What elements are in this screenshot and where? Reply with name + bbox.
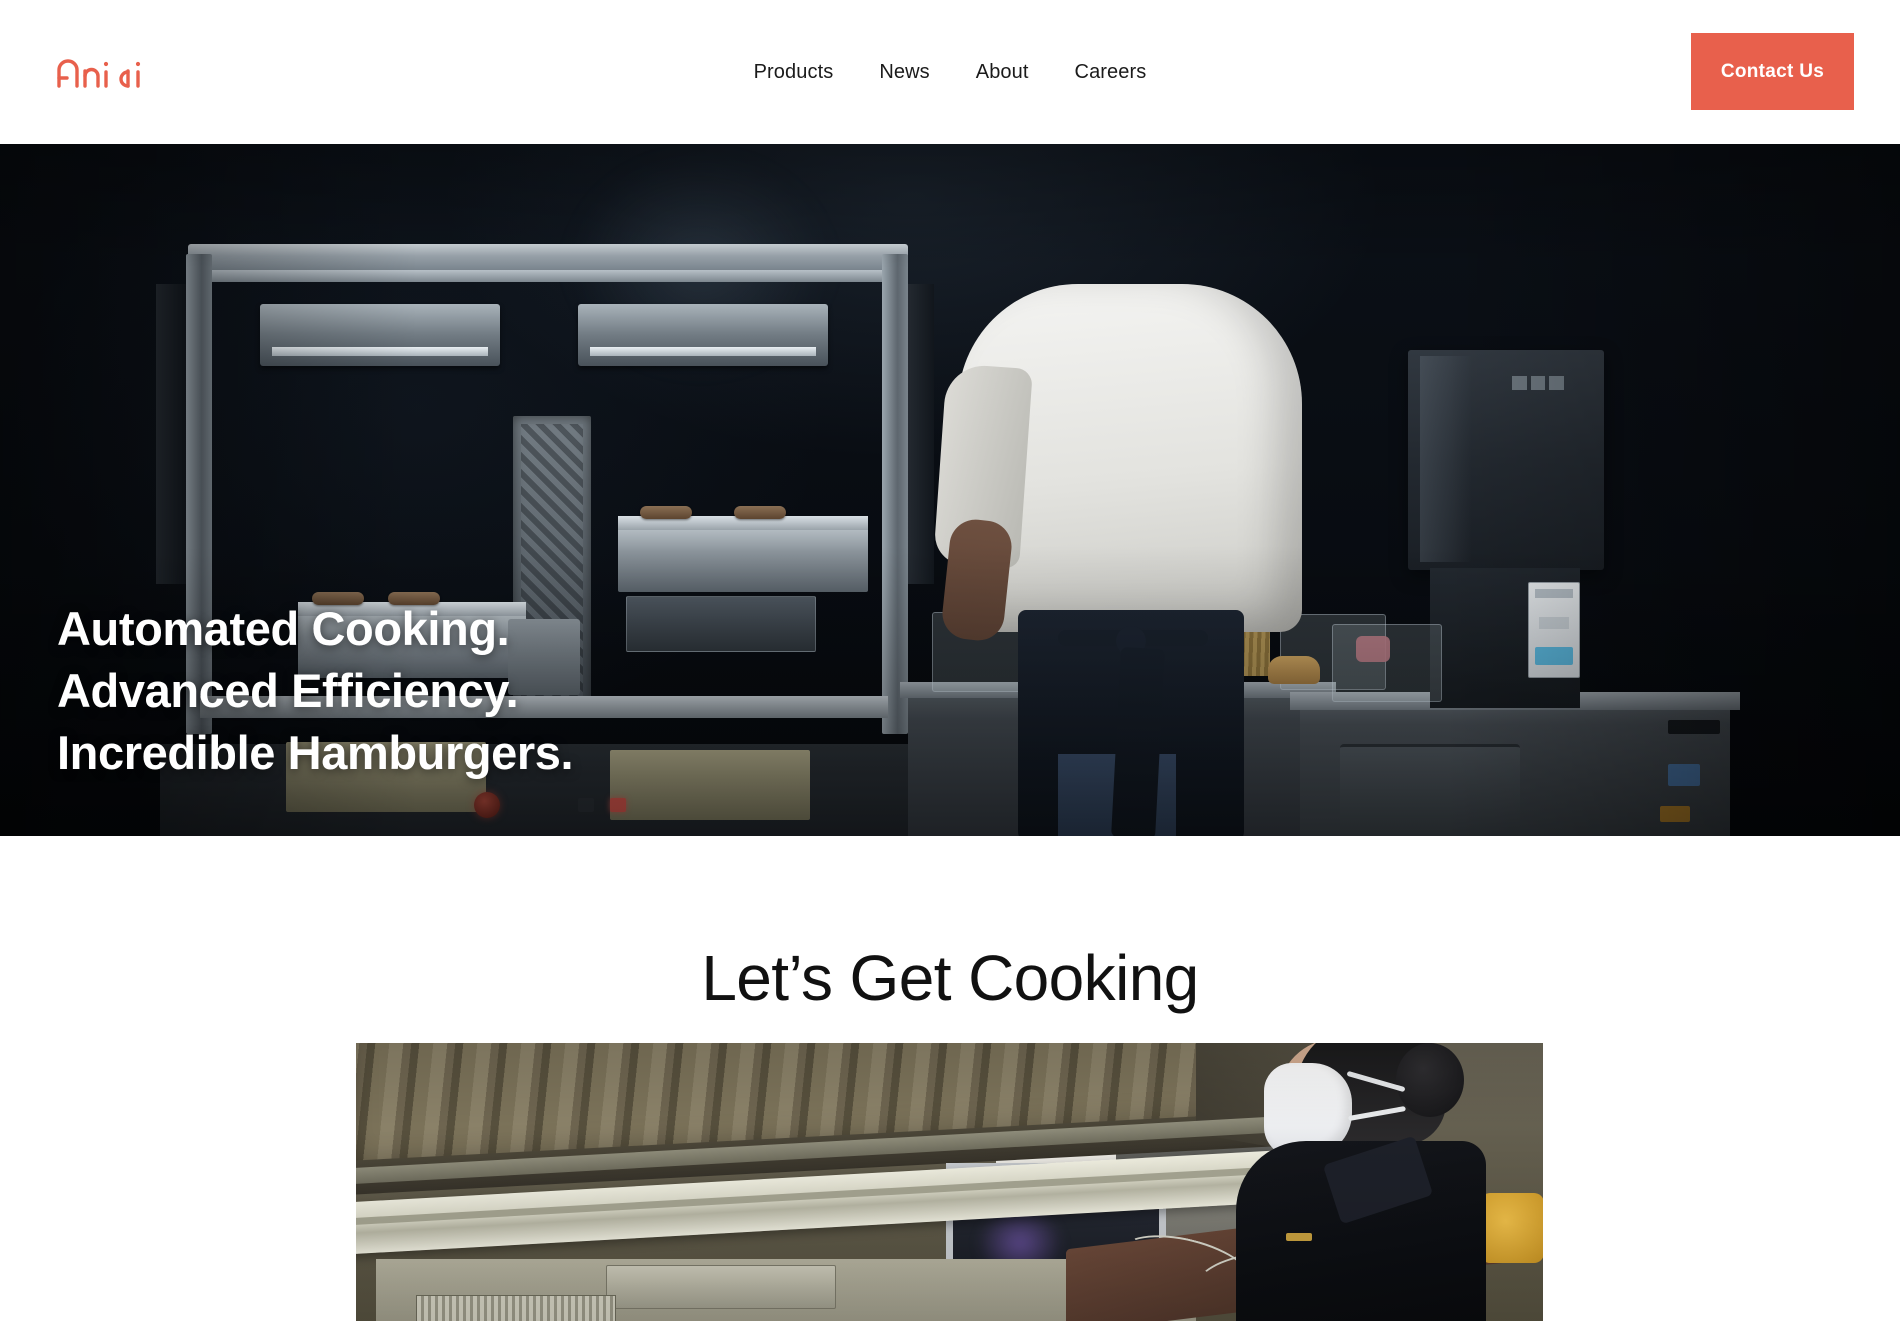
masked-worker-figure [1226,1043,1486,1321]
ingredient-item [1356,636,1390,662]
site-header: Aniai Products News About Careers Contac… [0,0,1900,144]
machine-griddle-upper-right [618,506,868,592]
nav-item-news[interactable]: News [879,61,929,84]
dispenser-touchscreen[interactable] [1528,582,1580,678]
machine-heater-right [578,304,828,366]
dispenser-buttons[interactable] [1512,376,1565,390]
machine-collection-pan [626,596,816,652]
machine-side-panel-left [156,284,186,584]
machine-post-right [882,254,908,734]
nav-item-about[interactable]: About [976,61,1029,84]
machine-emergency-knob[interactable] [474,792,500,818]
hero-headline-line-2: Advanced Efficiency. [57,664,519,717]
machine-tower-logo-icon [521,546,583,566]
machine-heater-left [260,304,500,366]
hero-section: Cooking Cooking [0,144,1900,836]
food-tray-yellow [1480,1193,1543,1263]
worker-name-badge [1286,1233,1312,1241]
machine-access-plate [606,1265,836,1309]
hero-headline: Automated Cooking. Advanced Efficiency. … [57,598,574,784]
storage-bin-right [1332,624,1442,702]
section-media-image [356,1043,1543,1321]
machine-top-rail-secondary [212,270,884,282]
patty [734,506,786,519]
machine-side-panel-right [904,284,934,584]
machine-indicator-led-on [610,798,626,812]
kitchen-worker-figure [933,284,1320,836]
lets-get-cooking-section: Let’s Get Cooking [0,836,1900,1321]
fridge-sticker-orange [1660,806,1690,822]
worker-hair-bun [1396,1043,1464,1117]
patty [640,506,692,519]
hero-headline-line-3: Incredible Hamburgers. [57,726,574,779]
contact-us-button[interactable]: Contact Us [1691,33,1854,110]
nav-item-products[interactable]: Products [754,61,834,84]
machine-vent-grid [416,1295,616,1321]
under-counter-fridge-door [1340,744,1520,836]
hero-headline-line-1: Automated Cooking. [57,602,510,655]
fridge-brand-badge [1668,720,1720,734]
section-title: Let’s Get Cooking [701,942,1199,1014]
nav-item-careers[interactable]: Careers [1075,61,1147,84]
machine-indicator-led-off [578,798,594,812]
main-navigation: Products News About Careers [0,0,1900,144]
dispenser-highlight [1420,356,1472,562]
machine-lower-tray-right [610,750,810,820]
fridge-sticker-blue [1668,764,1700,786]
